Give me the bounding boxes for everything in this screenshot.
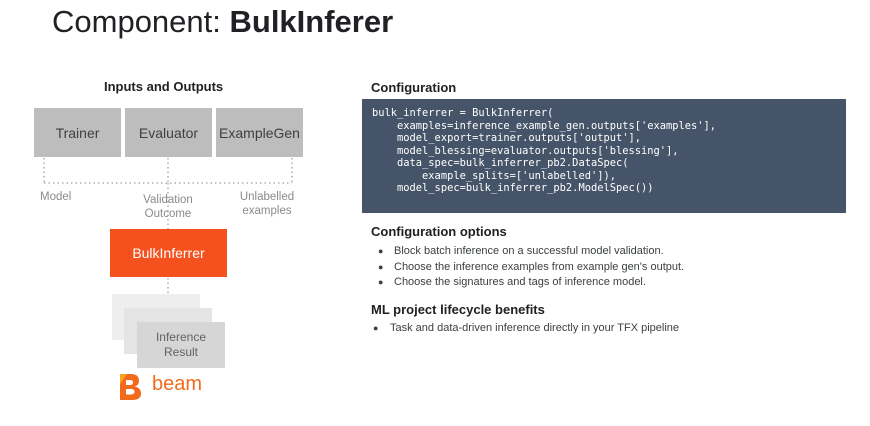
configuration-heading: Configuration bbox=[371, 80, 457, 95]
list-item: ● Task and data-driven inference directly… bbox=[371, 321, 679, 337]
bullet-icon: ● bbox=[373, 323, 379, 333]
config-option-text: Choose the inference examples from examp… bbox=[394, 260, 685, 273]
lifecycle-heading: ML project lifecycle benefits bbox=[371, 302, 545, 317]
validation-label-line1: Validation bbox=[143, 194, 193, 206]
result-label-line2: Result bbox=[163, 345, 198, 359]
bullet-icon: ● bbox=[378, 261, 384, 272]
beam-logo-icon bbox=[120, 374, 141, 400]
bulkinferrer-component-box: BulkInferrer bbox=[110, 229, 227, 277]
config-option-text: Block batch inference on a successful mo… bbox=[394, 245, 664, 257]
list-item: ● Choose the inference examples from exam… bbox=[371, 260, 684, 276]
bullet-icon: ● bbox=[378, 246, 384, 256]
unlabelled-label-line2: examples bbox=[242, 205, 292, 217]
lifecycle-text: Task and data-driven inference directly … bbox=[390, 322, 680, 334]
config-option-text: Choose the signatures and tags of infere… bbox=[394, 276, 646, 288]
config-options-list: ● Block batch inference on a successful m… bbox=[371, 244, 684, 291]
unlabelled-examples-label: Unlabelled examples bbox=[234, 190, 300, 218]
unlabelled-label-line1: Unlabelled bbox=[239, 191, 295, 203]
config-options-heading: Configuration options bbox=[371, 224, 507, 239]
code-panel: bulk_inferrer = BulkInferrer( examples=i… bbox=[362, 99, 846, 213]
list-item: ● Choose the signatures and tags of infer… bbox=[371, 275, 684, 291]
beam-wordmark: beam bbox=[152, 373, 203, 395]
bullet-icon: ● bbox=[378, 277, 384, 287]
config-code: bulk_inferrer = BulkInferrer( examples=i… bbox=[372, 107, 717, 194]
lifecycle-list: ● Task and data-driven inference directly… bbox=[371, 321, 679, 337]
validation-outcome-label: Validation Outcome bbox=[137, 193, 199, 221]
inference-result-box: Inference Result bbox=[137, 322, 225, 368]
model-label: Model bbox=[40, 191, 72, 203]
validation-label-line2: Outcome bbox=[144, 208, 192, 220]
list-item: ● Block batch inference on a successful m… bbox=[371, 244, 684, 260]
result-label-line1: Inference bbox=[155, 330, 207, 344]
